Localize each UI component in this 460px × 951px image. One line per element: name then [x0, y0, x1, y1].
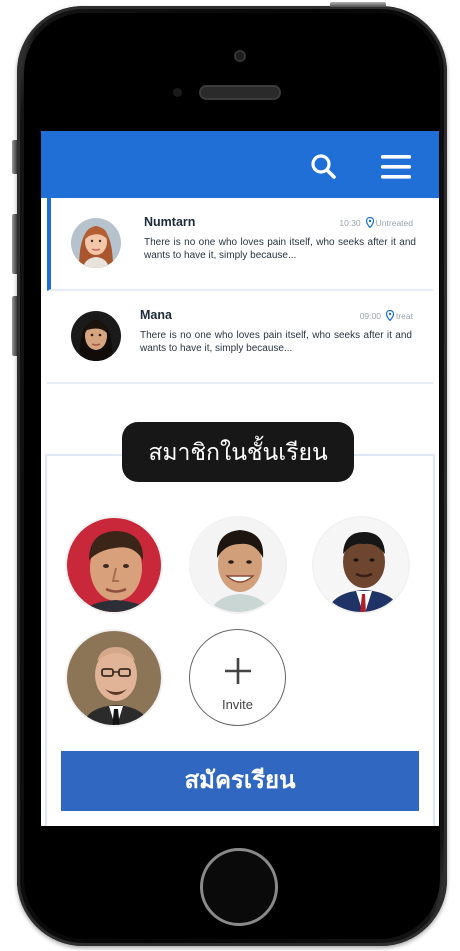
members-title: สมาชิกในชั้นเรียน [122, 422, 354, 482]
plus-icon [190, 656, 285, 691]
avatar [71, 311, 121, 361]
location-pin-icon [365, 216, 374, 230]
message-status: Untreated [375, 218, 413, 228]
message-time: 09:00 [359, 311, 381, 321]
front-camera [234, 50, 246, 62]
member-avatar[interactable] [189, 516, 287, 614]
sender-name: Mana [140, 308, 172, 322]
message-meta: 09:00 treat [359, 309, 413, 323]
message-list: Numtarn 10:30 Untreated There is no one w… [47, 198, 433, 384]
earpiece-speaker [199, 85, 281, 100]
message-preview: There is no one who loves pain itself, w… [140, 330, 412, 354]
message-item[interactable]: Numtarn 10:30 Untreated There is no one w… [47, 198, 433, 291]
app-header [41, 131, 439, 198]
member-avatar[interactable] [65, 516, 163, 614]
search-icon[interactable] [309, 153, 339, 181]
sender-name: Numtarn [144, 215, 196, 229]
hamburger-menu-icon[interactable] [381, 153, 411, 181]
avatar [71, 218, 121, 268]
proximity-sensor [173, 88, 182, 97]
volume-down-button [12, 296, 17, 356]
message-time: 10:30 [339, 218, 361, 228]
enroll-button[interactable]: สมัครเรียน [61, 751, 419, 811]
app-screen: Numtarn 10:30 Untreated There is no one w… [41, 131, 439, 826]
member-avatar[interactable] [65, 629, 163, 727]
home-button[interactable] [200, 848, 278, 926]
volume-up-button [12, 214, 17, 274]
message-preview: There is no one who loves pain itself, w… [144, 237, 416, 261]
invite-button[interactable]: Invite [189, 629, 286, 726]
invite-label: Invite [221, 697, 254, 712]
mute-switch [12, 140, 17, 174]
location-pin-icon [385, 309, 395, 323]
message-meta: 10:30 Untreated [339, 216, 413, 230]
message-item[interactable]: Mana 09:00 treat There is no one who love… [47, 291, 433, 384]
message-status: treat [395, 311, 413, 321]
power-button [330, 2, 386, 7]
member-avatar[interactable] [312, 516, 410, 614]
